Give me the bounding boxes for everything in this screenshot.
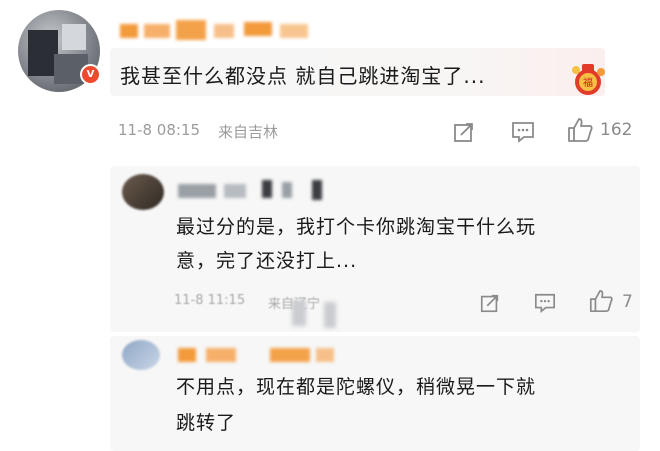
like-icon[interactable] (588, 288, 614, 314)
reply-time: 11-8 11:15 (174, 293, 246, 308)
reply-text-line2: 意，完了还没打上... (176, 250, 358, 272)
reply-avatar[interactable] (122, 174, 164, 210)
vip-badge-icon: V (80, 64, 101, 85)
reply-icon[interactable] (510, 120, 536, 144)
share-icon[interactable] (479, 292, 501, 314)
like-count: 7 (622, 292, 633, 312)
reply-obscure-mark (324, 302, 336, 328)
lucky-bag-sticker-icon: 福 (572, 64, 605, 95)
like-icon[interactable] (566, 116, 594, 144)
reply-icon[interactable] (533, 292, 557, 314)
comment-text: 我甚至什么都没点 就自己跳进淘宝了... (120, 64, 486, 88)
share-icon[interactable] (452, 120, 476, 144)
reply-avatar[interactable] (122, 340, 160, 370)
svg-text:福: 福 (583, 76, 593, 89)
reply-text-line1: 最过分的是，我打个卡你跳淘宝干什么玩 (176, 216, 537, 238)
like-count: 162 (600, 120, 633, 140)
reply-username-blurred[interactable] (178, 178, 338, 204)
reply-obscure-mark (292, 300, 306, 326)
comment-time: 11-8 08:15 (118, 121, 201, 139)
username-blurred[interactable] (120, 16, 320, 46)
reply-username-blurred[interactable] (178, 344, 338, 364)
reply-text-line2: 跳转了 (176, 412, 237, 434)
reply-text-line1: 不用点，现在都是陀螺仪，稍微晃一下就 (176, 376, 537, 398)
comment-location: 来自吉林 (218, 123, 279, 141)
